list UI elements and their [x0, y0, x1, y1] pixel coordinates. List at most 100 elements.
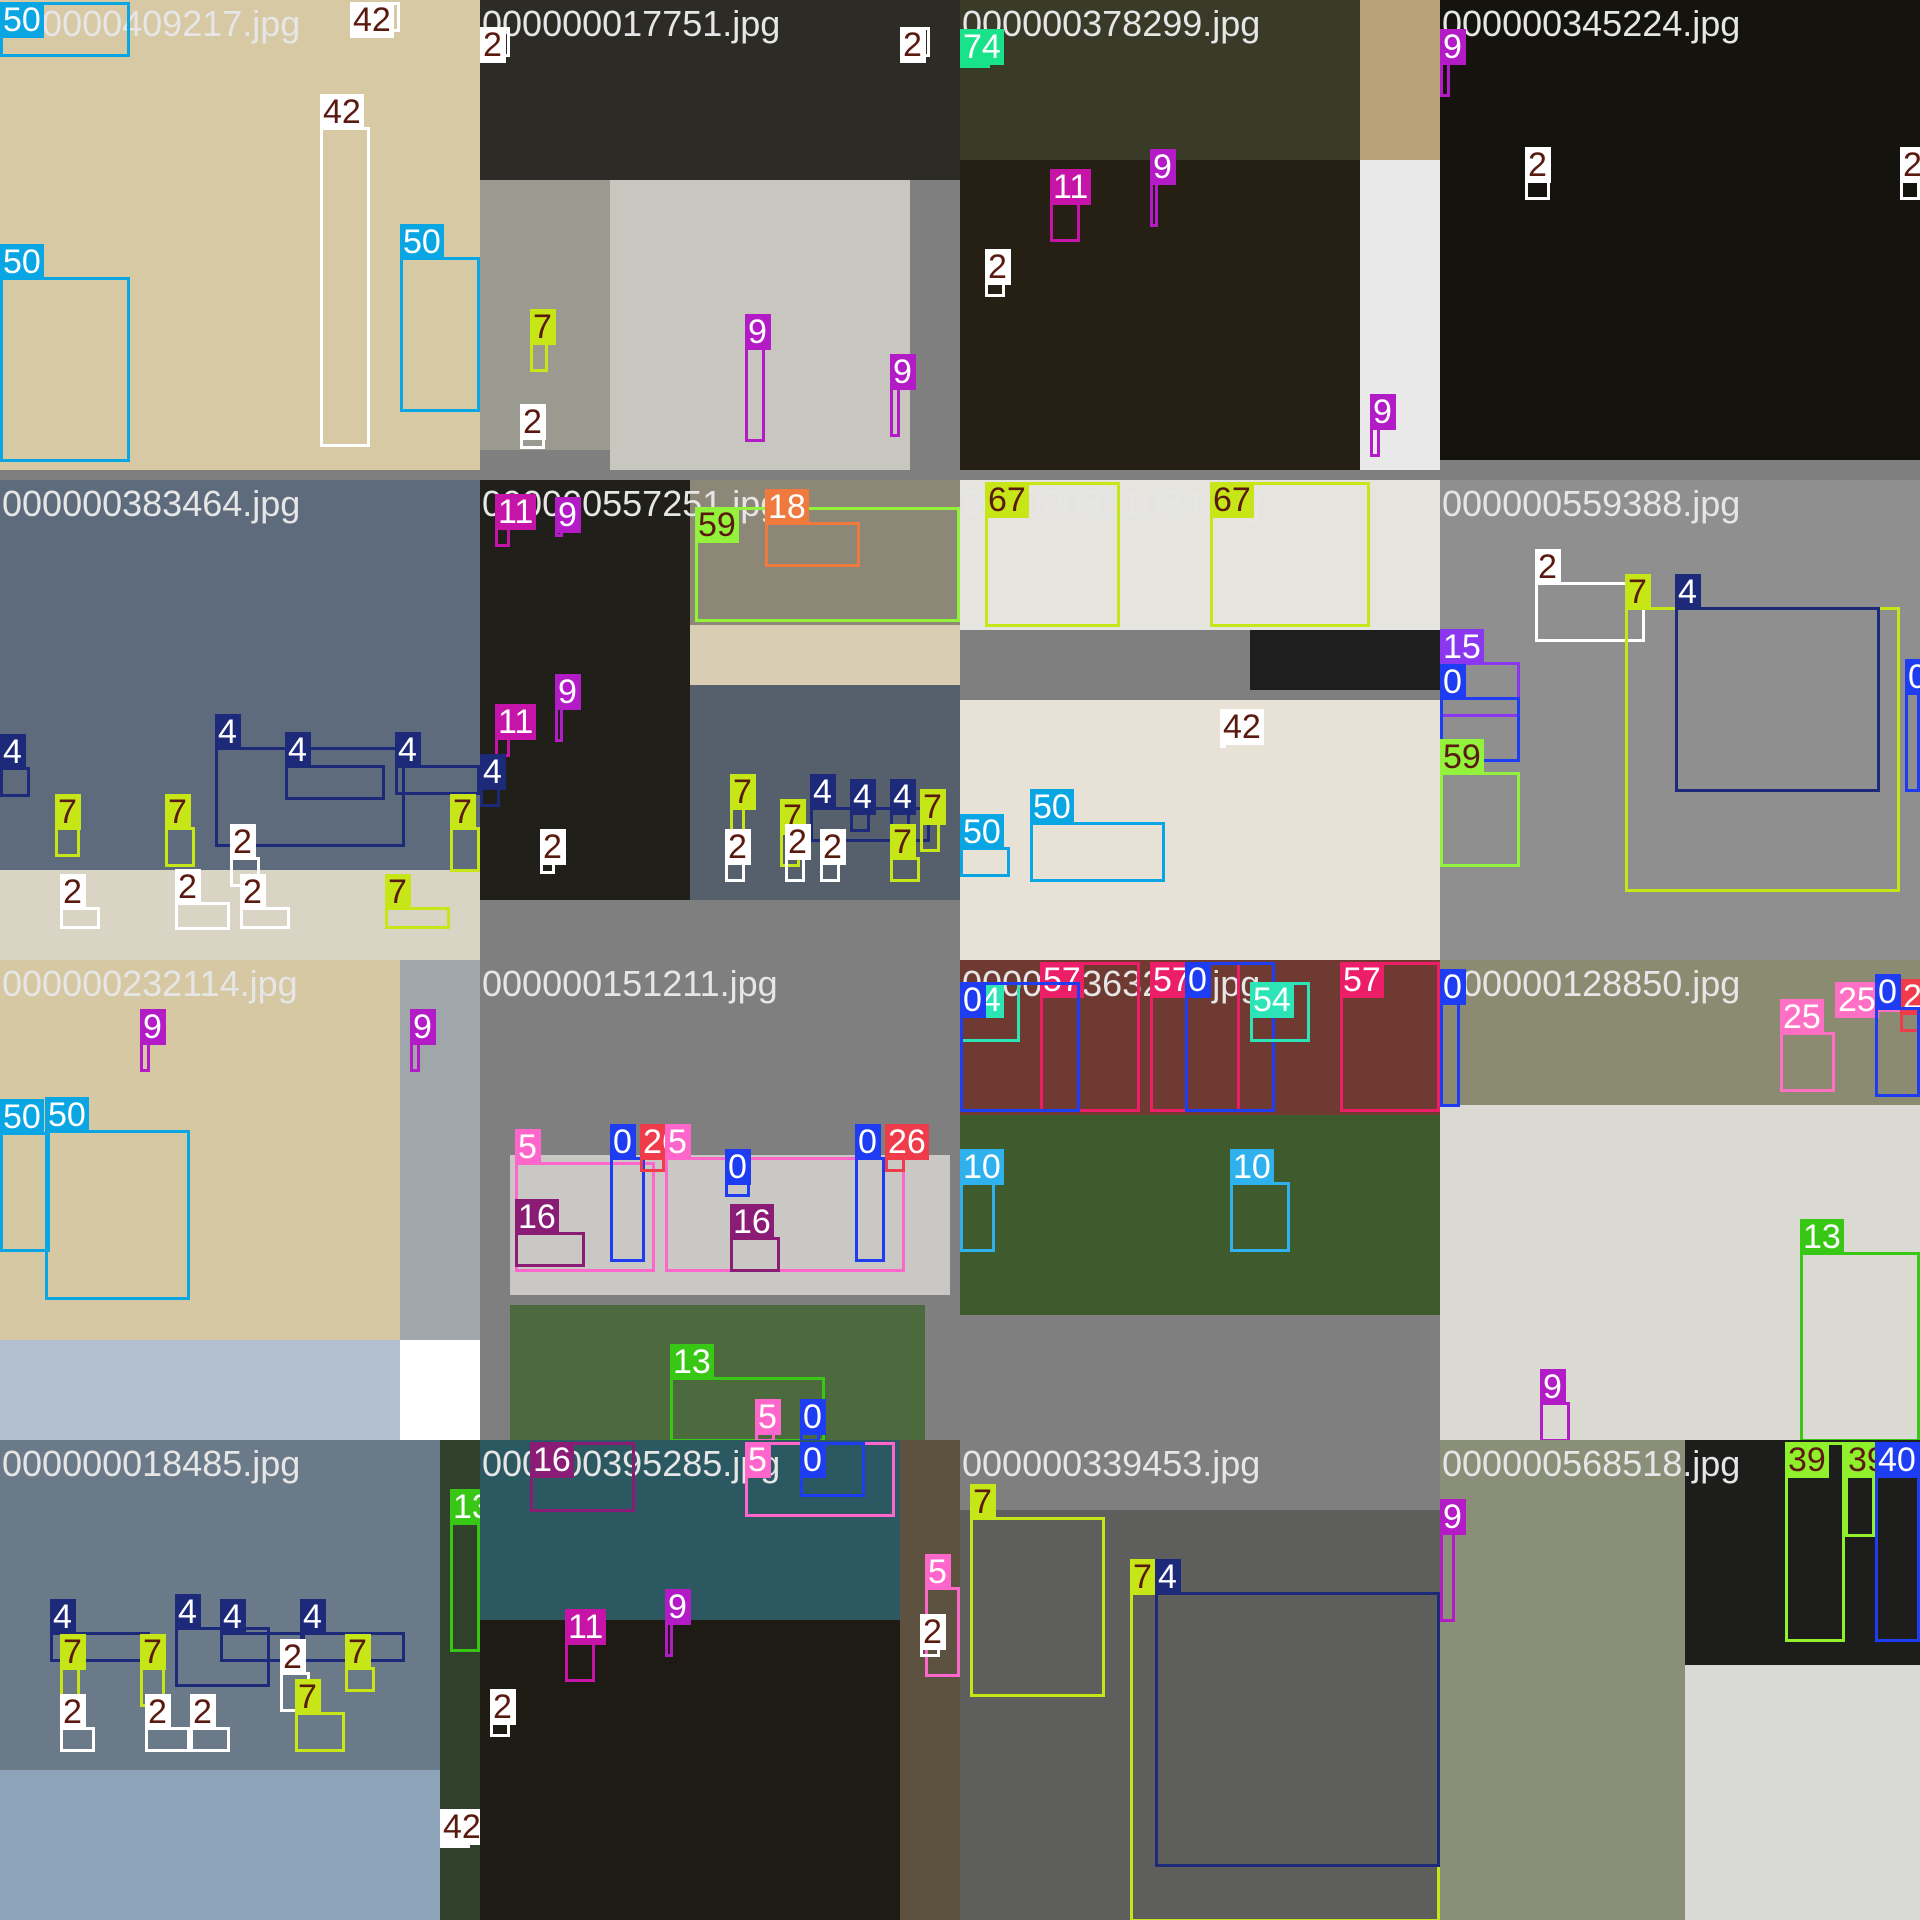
box-class-label: 16 [730, 1204, 774, 1240]
bounding-box: 40 [1875, 1442, 1920, 1642]
box-class-label: 25 [1780, 999, 1824, 1035]
scene-gray [960, 1315, 1440, 1440]
box-class-label: 4 [890, 779, 916, 815]
bounding-box: 2 [540, 829, 566, 874]
bounding-box: 74 [960, 29, 1004, 68]
tile-filename: 000000339453.jpg [962, 1443, 1261, 1484]
box-class-label: 59 [695, 507, 739, 543]
box-class-label: 9 [140, 1009, 166, 1045]
box-class-label: 7 [530, 309, 556, 345]
bounding-box: 7 [385, 874, 450, 929]
box-class-label: 42 [1220, 709, 1264, 745]
box-class-label: 2 [820, 829, 846, 865]
bounding-box: 10 [960, 1149, 1004, 1252]
bounding-box: 59 [1440, 739, 1520, 867]
box-class-label: 0 [1905, 659, 1920, 695]
mosaic-tile: 000000409217.jpg 50 42 42 50 50 [0, 0, 480, 480]
box-class-label: 2 [1525, 147, 1551, 183]
tile-filename: 000000378299.jpg [962, 3, 1261, 44]
bounding-box: 9 [1150, 149, 1176, 227]
scene-paper [1685, 1665, 1920, 1920]
box-class-label: 10 [1230, 1149, 1274, 1185]
box-class-label: 9 [1440, 29, 1466, 65]
box-class-label: 26 [885, 1124, 929, 1160]
bounding-box: 2 [490, 1689, 516, 1737]
scene-dark [1250, 630, 1440, 690]
scene-building-night [960, 160, 1360, 470]
box-class-label: 4 [850, 779, 876, 815]
scene-sand [690, 625, 960, 685]
box-class-label: 7 [345, 1634, 371, 1670]
box-class-label: 0 [1875, 974, 1901, 1010]
box-class-label: 2 [480, 27, 506, 63]
tile-filename: 000000018485.jpg [2, 1443, 301, 1484]
box-class-label: 13 [450, 1489, 480, 1525]
box-class-label: 42 [350, 2, 394, 38]
bounding-box: 2 [240, 874, 290, 929]
box-class-label: 5 [515, 1129, 541, 1165]
box-class-label: 0 [960, 982, 986, 1018]
box-class-label: 4 [220, 1599, 246, 1635]
box-class-label: 2 [785, 824, 811, 860]
bounding-box: 2 [725, 829, 751, 882]
scene-brick [1360, 0, 1440, 160]
box-class-label: 9 [745, 314, 771, 350]
box-class-label: 9 [555, 497, 581, 533]
box-class-label: 50 [1030, 789, 1074, 825]
bounding-box: 4 [0, 734, 30, 797]
bounding-box: 4 [395, 732, 480, 795]
box-class-label: 9 [1150, 149, 1176, 185]
scene-park [960, 1115, 1440, 1315]
scene-night-street [480, 1620, 900, 1920]
bounding-box: 7 [530, 309, 556, 372]
bounding-box: 16 [730, 1204, 780, 1272]
box-class-label: 0 [800, 1399, 826, 1435]
box-class-label: 42 [440, 1809, 480, 1845]
bounding-box: 42 [320, 94, 370, 447]
mosaic-tile: 000000559388.jpg 2 7 4 15 0 59 0 [1440, 480, 1920, 960]
box-class-label: 9 [555, 674, 581, 710]
box-class-label: 7 [140, 1634, 166, 1670]
bounding-box: 2 [900, 27, 930, 63]
box-class-label: 2 [490, 1689, 516, 1725]
box-class-label: 0 [1440, 664, 1466, 700]
tile-filename: 000000568518.jpg [1442, 1443, 1741, 1484]
bounding-box: 7 [345, 1634, 375, 1692]
bounding-box: 4 [1675, 574, 1880, 792]
mosaic-tile: 000000232114.jpg 9 9 50 50 [0, 960, 480, 1440]
bounding-box: 7 [55, 794, 81, 857]
box-class-label: 57 [1340, 962, 1384, 998]
scene-white [400, 1340, 480, 1440]
bounding-box: 16 [515, 1199, 585, 1267]
box-class-label: 16 [530, 1442, 574, 1478]
box-class-label: 9 [1540, 1369, 1566, 1405]
scene-dark [0, 470, 480, 480]
bounding-box: 4 [480, 754, 506, 807]
bounding-box: 9 [890, 354, 916, 437]
bounding-box: 9 [745, 314, 771, 442]
bounding-box: 5 [755, 1399, 781, 1440]
tile-filename: 000000128850.jpg [1442, 963, 1741, 1004]
box-class-label: 7 [920, 789, 946, 825]
mosaic-tile: 000000017751.jpg 2 2 7 2 9 9 [480, 0, 960, 480]
bounding-box: 50 [1030, 789, 1165, 882]
box-class-label: 50 [400, 224, 444, 260]
box-class-label: 9 [410, 1009, 436, 1045]
mosaic-tile: 000000363222.jpg5457057054571010 [960, 960, 1440, 1440]
bounding-box: 11 [565, 1609, 607, 1682]
mosaic-tile: 000000345224.jpg 9 2 2 [1440, 0, 1920, 480]
box-class-label: 9 [890, 354, 916, 390]
mosaic-tile: 000000351034.jpg 67 67 42 50 50 [960, 480, 1440, 960]
bounding-box: 7 [920, 789, 946, 852]
box-class-label: 18 [765, 489, 809, 525]
box-class-label: 42 [320, 94, 364, 130]
bounding-box: 0 [725, 1149, 751, 1197]
bounding-box: 50 [960, 814, 1010, 877]
box-class-label: 25 [1835, 982, 1879, 1018]
box-class-label: 7 [165, 794, 191, 830]
bounding-box: 39 [1785, 1442, 1845, 1642]
scene-street [1440, 1440, 1685, 1920]
box-class-label: 50 [0, 244, 44, 280]
tile-filename: 000000017751.jpg [482, 3, 781, 44]
box-class-label: 13 [1800, 1219, 1844, 1255]
